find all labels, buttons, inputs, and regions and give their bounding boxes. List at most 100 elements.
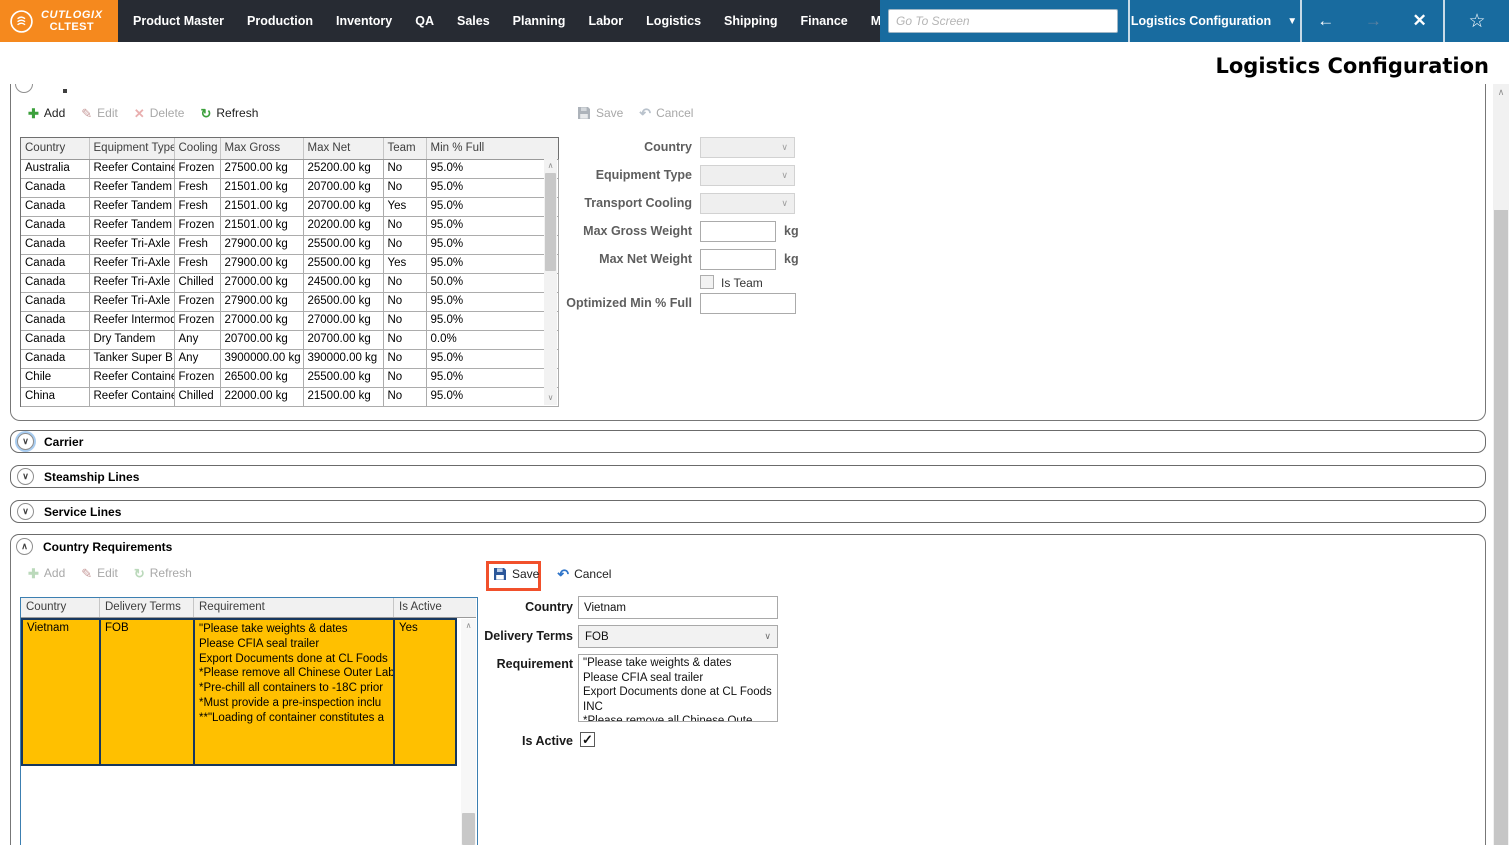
column-header[interactable]: Max Gross <box>220 138 303 159</box>
column-header[interactable]: Equipment Type <box>89 138 174 159</box>
table-cell: 390000.00 kg <box>303 349 383 368</box>
table-cell: 95.0% <box>426 387 558 406</box>
is-active-checkbox[interactable]: ✓ <box>580 732 595 747</box>
nav-item-shipping[interactable]: Shipping <box>724 14 777 28</box>
delivery-terms-select[interactable]: FOB ∨ <box>578 625 778 648</box>
table-cell: Reefer Container <box>89 387 174 406</box>
table-cell: No <box>383 159 426 178</box>
scroll-up-icon[interactable]: ∧ <box>1493 84 1509 100</box>
table-row[interactable]: CanadaReefer TandemFresh21501.00 kg20700… <box>21 197 558 216</box>
nav-item-finance[interactable]: Finance <box>801 14 848 28</box>
table-cell: 20200.00 kg <box>303 216 383 235</box>
add-button[interactable]: ✚ Add <box>28 106 65 120</box>
table-row[interactable]: AustraliaReefer ContainerFrozen27500.00 … <box>21 159 558 178</box>
country-input[interactable] <box>578 596 778 619</box>
table-row[interactable]: CanadaDry TandemAny20700.00 kg20700.00 k… <box>21 330 558 349</box>
edit-button[interactable]: ✎ Edit <box>81 106 118 120</box>
transport-cooling-select[interactable]: ∨ <box>700 193 795 214</box>
column-header[interactable]: Cooling <box>174 138 220 159</box>
nav-item-planning[interactable]: Planning <box>513 14 566 28</box>
forward-icon[interactable]: → <box>1365 11 1382 31</box>
edit-button[interactable]: ✎ Edit <box>81 566 118 580</box>
favorite-star-icon[interactable]: ☆ <box>1468 10 1485 33</box>
collapse-section-icon[interactable] <box>15 75 33 93</box>
table-cell: Any <box>174 349 220 368</box>
screen-selector-label: Logistics Configuration <box>1131 14 1271 28</box>
country-requirements-grid-scrollbar[interactable]: ∧ <box>461 619 476 845</box>
table-cell: Dry Tandem <box>89 330 174 349</box>
brand-block[interactable]: CUTLOGIX CLTEST <box>0 0 118 42</box>
nav-item-product-master[interactable]: Product Master <box>133 14 224 28</box>
max-gross-weight-input[interactable] <box>700 221 776 242</box>
table-row[interactable]: CanadaReefer Tri-AxleFresh27900.00 kg255… <box>21 235 558 254</box>
nav-item-sales[interactable]: Sales <box>457 14 490 28</box>
column-header[interactable]: Min % Full <box>426 138 558 159</box>
table-row[interactable]: CanadaReefer Tri-AxleFrozen27900.00 kg26… <box>21 292 558 311</box>
selected-row-cell-country[interactable]: Vietnam <box>21 618 101 766</box>
table-row[interactable]: CanadaReefer TandemFresh21501.00 kg20700… <box>21 178 558 197</box>
column-header[interactable]: Max Net <box>303 138 383 159</box>
back-icon[interactable]: ← <box>1317 11 1334 31</box>
cancel-button[interactable]: ↶ Cancel <box>639 106 693 120</box>
requirement-textarea[interactable] <box>578 654 778 722</box>
nav-item-logistics[interactable]: Logistics <box>646 14 701 28</box>
nav-item-labor[interactable]: Labor <box>588 14 623 28</box>
scroll-down-icon[interactable]: ∨ <box>544 391 557 405</box>
add-icon: ✚ <box>28 567 39 580</box>
close-screen-icon[interactable]: ✕ <box>1412 11 1426 31</box>
table-row[interactable]: CanadaReefer TandemFrozen21501.00 kg2020… <box>21 216 558 235</box>
undo-icon: ↶ <box>557 568 569 581</box>
section-label: Steamship Lines <box>44 470 139 484</box>
add-button[interactable]: ✚ Add <box>28 566 65 580</box>
expand-section-icon[interactable]: ∨ <box>17 503 34 520</box>
table-cell: Reefer Container <box>89 368 174 387</box>
table-cell: Canada <box>21 216 89 235</box>
section-bar-service-lines[interactable]: ∨ Service Lines <box>10 500 1486 523</box>
is-team-label: Is Team <box>721 276 763 290</box>
equipment-type-select[interactable]: ∨ <box>700 165 795 186</box>
table-row[interactable]: CanadaReefer IntermodalFrozen27000.00 kg… <box>21 311 558 330</box>
scrollbar-thumb[interactable] <box>1494 210 1508 845</box>
table-row[interactable]: ChileReefer ContainerFrozen26500.00 kg25… <box>21 368 558 387</box>
goto-screen-input[interactable] <box>888 9 1118 33</box>
table-cell: 0.0% <box>426 330 558 349</box>
country-select[interactable]: ∨ <box>700 137 795 158</box>
delete-button[interactable]: ✕ Delete <box>134 106 185 120</box>
column-header-delivery-terms[interactable]: Delivery Terms <box>100 598 194 617</box>
scrollbar-thumb[interactable] <box>462 813 475 845</box>
table-cell: 27900.00 kg <box>220 254 303 273</box>
table-cell: Tanker Super B <box>89 349 174 368</box>
table-row[interactable]: ChinaReefer ContainerChilled22000.00 kg2… <box>21 387 558 406</box>
table-row[interactable]: CanadaReefer Tri-AxleChilled27000.00 kg2… <box>21 273 558 292</box>
column-header[interactable]: Team <box>383 138 426 159</box>
optimized-min-full-input[interactable] <box>700 293 796 314</box>
table-row[interactable]: CanadaTanker Super BAny3900000.00 kg3900… <box>21 349 558 368</box>
collapse-section-icon[interactable]: ∧ <box>16 538 33 555</box>
table-cell: 95.0% <box>426 235 558 254</box>
cutlogix-logo-icon <box>9 9 34 34</box>
section-bar-steamship-lines[interactable]: ∨ Steamship Lines <box>10 465 1486 488</box>
column-header-country[interactable]: Country <box>21 598 100 617</box>
screen-selector-dropdown[interactable]: Logistics Configuration ▼ <box>1130 0 1298 42</box>
refresh-button[interactable]: ↻ Refresh <box>200 106 258 120</box>
cancel-button[interactable]: ↶ Cancel <box>557 567 611 581</box>
expand-section-icon[interactable]: ∨ <box>17 468 34 485</box>
column-header[interactable]: Country <box>21 138 89 159</box>
save-button[interactable]: Save <box>577 106 623 120</box>
nav-item-qa[interactable]: QA <box>415 14 434 28</box>
selected-row-cell-delivery-terms[interactable]: FOB <box>99 618 195 766</box>
page-scrollbar[interactable]: ∧ <box>1493 84 1509 845</box>
table-cell: 27900.00 kg <box>220 235 303 254</box>
refresh-button[interactable]: ↻ Refresh <box>134 566 192 580</box>
nav-item-inventory[interactable]: Inventory <box>336 14 392 28</box>
section-bar-carrier[interactable]: ∨ Carrier <box>10 430 1486 453</box>
table-cell: No <box>383 349 426 368</box>
is-team-checkbox[interactable] <box>700 275 714 289</box>
max-net-weight-input[interactable] <box>700 249 776 270</box>
table-row[interactable]: CanadaReefer Tri-AxleFresh27900.00 kg255… <box>21 254 558 273</box>
save-button[interactable]: Save <box>493 567 539 581</box>
column-header-requirement[interactable]: Requirement <box>194 598 394 617</box>
selected-row-cell-requirement[interactable]: "Please take weights & dates Please CFIA… <box>193 618 395 766</box>
expand-section-icon[interactable]: ∨ <box>17 433 34 450</box>
nav-item-production[interactable]: Production <box>247 14 313 28</box>
